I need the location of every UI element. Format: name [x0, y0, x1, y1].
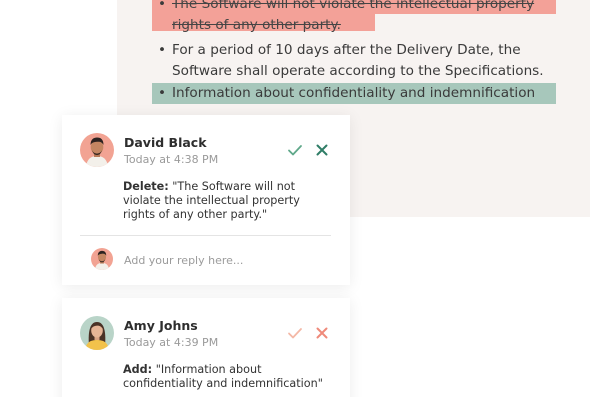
- comment-action-label: Add:: [123, 363, 153, 376]
- comment-timestamp: Today at 4:39 PM: [124, 336, 219, 349]
- comment-timestamp: Today at 4:38 PM: [124, 153, 219, 166]
- comment-action-label: Delete:: [123, 180, 169, 193]
- comment-quote: "Information about: [155, 363, 262, 376]
- bullet: •: [158, 42, 167, 58]
- comment-text: Delete: "The Software will not violate t…: [123, 180, 338, 222]
- tracked-deletion[interactable]: • The Software will not violate the inte…: [152, 0, 562, 36]
- check-icon[interactable]: [287, 325, 303, 341]
- body-line: For a period of 10 days after the Delive…: [172, 42, 521, 58]
- comment-quote: confidentiality and indemnification": [123, 377, 323, 390]
- avatar: [80, 316, 114, 350]
- deleted-line: The Software will not violate the intell…: [172, 0, 535, 12]
- comment-card: Amy Johns Today at 4:39 PM Add: "Informa…: [62, 298, 350, 397]
- close-icon[interactable]: [314, 142, 330, 158]
- reply-avatar: [91, 248, 113, 270]
- bullet: •: [158, 0, 167, 12]
- bullet: •: [158, 85, 167, 101]
- deleted-line: rights of any other party.: [172, 17, 341, 33]
- body-line: Software shall operate according to the …: [172, 63, 544, 79]
- comment-quote: "The Software will not: [172, 180, 296, 193]
- check-icon[interactable]: [287, 142, 303, 158]
- comment-author: Amy Johns: [124, 318, 198, 333]
- close-icon[interactable]: [314, 325, 330, 341]
- reply-input[interactable]: [124, 252, 324, 268]
- document-paragraph: • For a period of 10 days after the Deli…: [152, 40, 562, 82]
- divider: [80, 235, 331, 236]
- comment-text: Add: "Information about confidentiality …: [123, 363, 343, 391]
- comment-author: David Black: [124, 135, 207, 150]
- added-line: Information about confidentiality and in…: [172, 85, 536, 101]
- comment-quote: rights of any other party.": [123, 208, 268, 221]
- review-stage: • The Software will not violate the inte…: [0, 0, 590, 397]
- avatar: [80, 133, 114, 167]
- document-text: • The Software will not violate the inte…: [152, 0, 562, 104]
- comment-card: David Black Today at 4:38 PM Delete: "Th…: [62, 115, 350, 285]
- tracked-insertion[interactable]: • Information about confidentiality and …: [152, 83, 562, 104]
- comment-quote: violate the intellectual property: [123, 194, 300, 207]
